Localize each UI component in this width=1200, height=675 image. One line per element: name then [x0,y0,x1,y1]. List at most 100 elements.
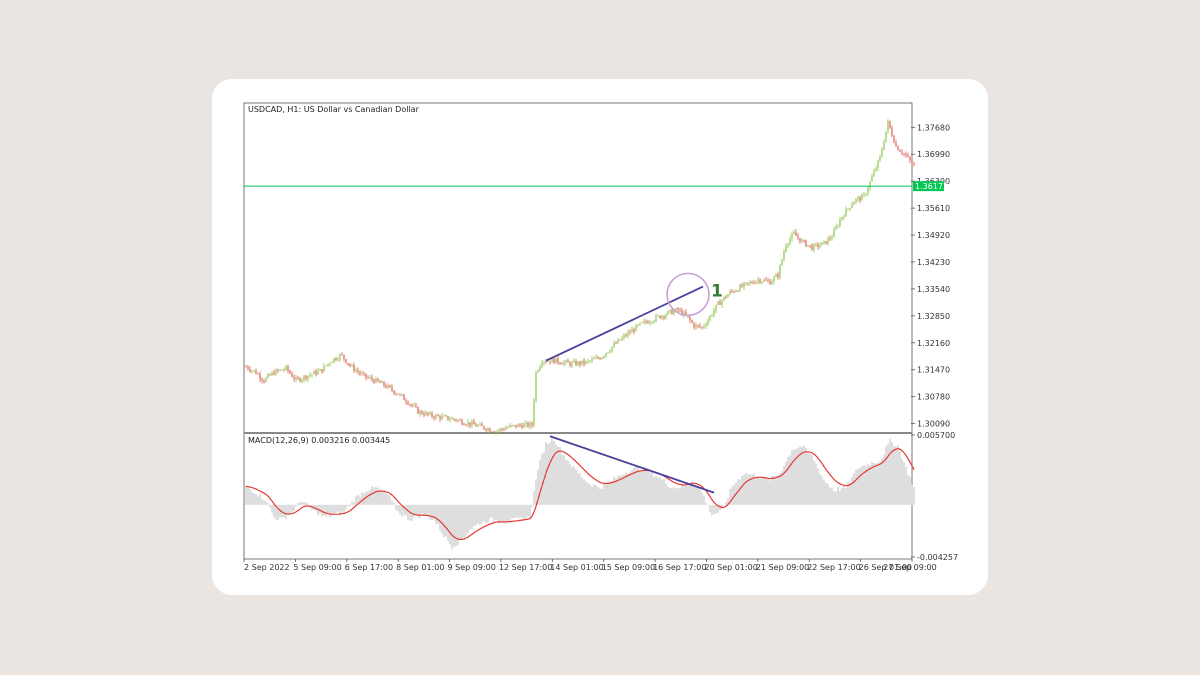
candle-body [435,415,437,419]
candle-body [817,243,819,247]
candle-body [695,324,697,328]
candle-body [495,431,497,433]
candle-body [549,360,551,363]
candle-body [653,320,655,323]
candle-body [719,301,721,305]
candle-body [905,153,907,156]
y-tick-label: 1.30090 [917,420,950,429]
candle-body [505,427,507,430]
y-tick-label: 1.30780 [917,393,950,402]
candle-body [463,424,465,426]
chart-title: USDCAD, H1: US Dollar vs Canadian Dollar [248,105,420,114]
candle-body [715,304,717,311]
candle-body [595,357,597,359]
candle-body [413,405,415,407]
candle-body [303,375,305,380]
candle-body [769,280,771,285]
candle-body [289,370,291,374]
macd-y-tick-label: 0.005700 [917,431,955,440]
candle-body [747,282,749,284]
candle-body [517,424,519,428]
candle-body [823,241,825,243]
candle-body [839,219,841,227]
candle-body [717,301,719,305]
candle-body [739,285,741,292]
candle-body [275,369,277,375]
candle-body [479,424,481,426]
candle-body [257,373,259,375]
candle-body [777,274,779,278]
candle-body [515,424,517,428]
candle-body [599,358,601,360]
candle-body [261,378,263,381]
candle-body [437,415,439,417]
candle-body [745,282,747,284]
candle-body [269,374,271,376]
candle-body [395,393,397,395]
candle-body [501,428,503,430]
candle-body [875,168,877,171]
candle-body [423,414,425,416]
candle-body [621,337,623,341]
candle-body [889,120,891,128]
candle-body [581,360,583,365]
candle-body [473,421,475,425]
candle-body [593,358,595,360]
candle-body [587,360,589,362]
candle-body [271,372,273,376]
candle-body [287,366,289,371]
candle-body [891,127,893,137]
candle-body [381,381,383,384]
candle-body [841,217,843,220]
candle-body [469,422,471,426]
candle-body [377,378,379,382]
candle-body [743,283,745,287]
x-tick-label: 12 Sep 17:00 [499,563,552,572]
candle-body [531,422,533,426]
candle-body [513,424,515,426]
candle-body [661,316,663,319]
candle-body [351,365,353,366]
candle-body [509,425,511,428]
candle-body [735,290,737,292]
candle-body [825,241,827,244]
candle-body [371,377,373,380]
candle-body [755,281,757,284]
candle-body [651,322,653,323]
candle-body [471,421,473,426]
candle-body [691,320,693,323]
candle-body [523,424,525,428]
candle-body [533,400,535,426]
candle-body [545,361,547,363]
candle-body [427,412,429,415]
candle-body [775,274,777,278]
candle-body [707,320,709,325]
candle-body [541,362,543,367]
candle-body [567,360,569,363]
candle-body [821,242,823,246]
annotation-label: 1 [711,282,723,302]
candle-body [873,170,875,177]
candle-body [911,160,913,164]
candle-body [649,322,651,324]
candle-body [311,374,313,376]
candle-body [529,422,531,427]
y-tick-label: 1.37680 [917,123,950,132]
candle-body [693,322,695,328]
candle-body [575,361,577,366]
y-tick-label: 1.33540 [917,285,950,294]
candle-body [887,120,889,132]
candle-body [861,194,863,201]
candle-body [397,393,399,395]
candle-body [307,375,309,380]
candle-body [309,375,311,376]
candle-body [461,420,463,425]
candle-body [301,379,303,382]
candle-body [321,369,323,372]
candle-body [277,369,279,371]
candle-body [417,407,419,414]
y-tick-label: 1.34230 [917,258,950,267]
candle-body [323,365,325,372]
candle-body [489,428,491,432]
candle-body [713,310,715,316]
